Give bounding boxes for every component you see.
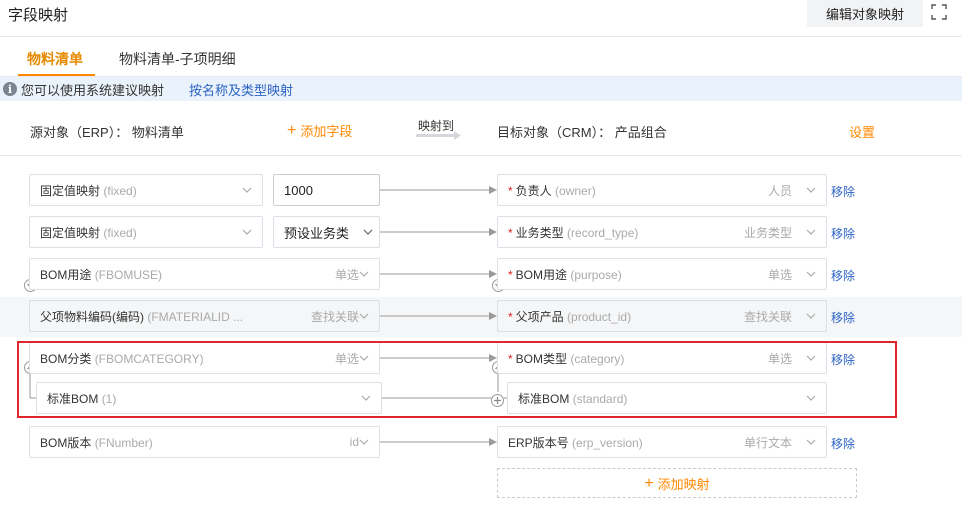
- source-field-label: BOM用途: [40, 267, 92, 282]
- target-field-label: ERP版本号: [508, 435, 569, 450]
- target-field-api: (erp_version): [572, 435, 643, 450]
- source-field-select[interactable]: 固定值映射 (fixed): [29, 216, 263, 248]
- chevron-down-icon: [806, 271, 816, 277]
- suggestion-notice: i 您可以使用系统建议映射 按名称及类型映射: [0, 77, 962, 101]
- source-field-select[interactable]: BOM用途 (FBOMUSE) 单选: [29, 258, 380, 290]
- add-field-button[interactable]: + 添加字段: [287, 121, 352, 140]
- add-mapping-label: 添加映射: [657, 476, 710, 492]
- target-field-label: BOM用途: [515, 267, 568, 282]
- target-field-type: 单选: [767, 267, 792, 282]
- target-field-api: (product_id): [567, 309, 632, 324]
- preset-value: 预设业务类: [284, 225, 350, 241]
- target-field-type: 单行文本: [743, 435, 792, 450]
- map-by-name-type-link[interactable]: 按名称及类型映射: [189, 80, 293, 99]
- target-field-label: 负责人: [515, 183, 552, 198]
- info-icon: i: [3, 82, 17, 96]
- settings-link[interactable]: 设置: [849, 122, 875, 141]
- source-field-type: 查找关联: [310, 309, 359, 324]
- required-mark: *: [508, 267, 513, 282]
- fullscreen-icon[interactable]: [930, 3, 948, 21]
- plus-icon: +: [644, 474, 654, 492]
- remove-link[interactable]: 移除: [831, 183, 855, 200]
- plus-icon: +: [287, 122, 297, 139]
- remove-link[interactable]: 移除: [831, 309, 855, 326]
- add-mapping-button[interactable]: + 添加映射: [497, 468, 857, 498]
- target-field-select[interactable]: * BOM用途 (purpose) 单选: [497, 258, 827, 290]
- chevron-down-icon: [806, 439, 816, 445]
- source-field-select[interactable]: 固定值映射 (fixed): [29, 174, 263, 206]
- fixed-value: 1000: [284, 182, 313, 198]
- edit-object-mapping-button[interactable]: 编辑对象映射: [807, 0, 923, 27]
- chevron-down-icon: [806, 187, 816, 193]
- required-mark: *: [508, 183, 513, 198]
- tab-bom[interactable]: 物料清单: [27, 49, 83, 69]
- chevron-down-icon: [359, 313, 369, 319]
- target-field-api: (purpose): [570, 267, 622, 282]
- tab-bom-child-detail[interactable]: 物料清单-子项明细: [119, 49, 236, 69]
- source-field-label: 固定值映射: [40, 183, 101, 198]
- source-field-api: (FBOMUSE): [94, 267, 163, 282]
- required-mark: *: [508, 225, 513, 240]
- chevron-down-icon: [806, 229, 816, 235]
- highlight-frame: [17, 341, 897, 418]
- chevron-down-icon: [359, 439, 369, 445]
- source-field-label: BOM版本: [40, 435, 92, 450]
- divider: [0, 155, 962, 156]
- divider: [0, 36, 962, 37]
- target-field-label: 父项产品: [515, 309, 564, 324]
- target-field-type: 查找关联: [743, 309, 792, 324]
- chevron-down-icon: [242, 229, 252, 235]
- source-field-select[interactable]: BOM版本 (FNumber) id: [29, 426, 380, 458]
- arrow-right-icon: [416, 131, 461, 140]
- source-object-label: 源对象（ERP）： 物料清单: [30, 125, 184, 140]
- target-field-select[interactable]: * 父项产品 (product_id) 查找关联: [497, 300, 827, 332]
- target-field-api: (record_type): [567, 225, 639, 240]
- source-field-api: (fixed): [103, 183, 137, 198]
- source-field-label: 固定值映射: [40, 225, 101, 240]
- target-field-type: 业务类型: [743, 225, 792, 240]
- source-field-select[interactable]: 父项物料编码(编码) (FMATERIALID ... 查找关联: [29, 300, 380, 332]
- chevron-down-icon: [806, 313, 816, 319]
- page-title: 字段映射: [8, 7, 69, 24]
- source-field-type: id: [349, 435, 359, 449]
- target-field-select[interactable]: ERP版本号 (erp_version) 单行文本: [497, 426, 827, 458]
- chevron-down-icon: [359, 271, 369, 277]
- target-field-api: (owner): [555, 183, 596, 198]
- chevron-down-icon: [242, 187, 252, 193]
- target-field-label: 业务类型: [515, 225, 564, 240]
- remove-link[interactable]: 移除: [831, 267, 855, 284]
- source-field-label: 父项物料编码(编码): [40, 309, 144, 324]
- target-object-label: 目标对象（CRM）： 产品组合: [497, 125, 667, 140]
- source-field-api: (FNumber): [94, 435, 153, 450]
- remove-link[interactable]: 移除: [831, 435, 855, 452]
- target-field-select[interactable]: * 负责人 (owner) 人员: [497, 174, 827, 206]
- chevron-down-icon: [363, 229, 373, 235]
- target-field-select[interactable]: * 业务类型 (record_type) 业务类型: [497, 216, 827, 248]
- source-field-api: (fixed): [103, 225, 137, 240]
- source-field-type: 单选: [334, 267, 359, 282]
- preset-value-select[interactable]: 预设业务类: [273, 216, 380, 248]
- remove-link[interactable]: 移除: [831, 225, 855, 242]
- notice-text: 您可以使用系统建议映射: [21, 82, 165, 98]
- add-field-label: 添加字段: [300, 124, 353, 139]
- fixed-value-input[interactable]: 1000: [273, 174, 380, 206]
- required-mark: *: [508, 309, 513, 324]
- source-field-api: (FMATERIALID ...: [147, 309, 244, 324]
- target-field-type: 人员: [767, 183, 792, 198]
